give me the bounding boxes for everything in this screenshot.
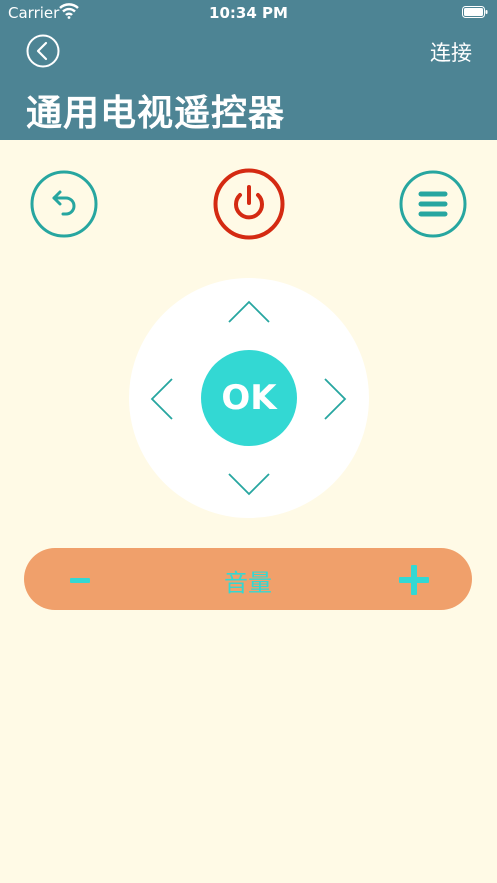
- return-icon: [52, 190, 76, 216]
- menu-icon: [418, 191, 448, 217]
- up-arrow-icon[interactable]: [227, 300, 271, 324]
- down-arrow-icon[interactable]: [227, 472, 271, 496]
- right-arrow-icon[interactable]: [323, 377, 347, 421]
- plus-icon: [399, 565, 429, 595]
- status-bar: Carrier 10:34 PM: [0, 0, 497, 26]
- left-arrow-icon[interactable]: [150, 377, 174, 421]
- power-icon: [234, 185, 264, 220]
- ok-button[interactable]: OK: [201, 350, 297, 446]
- connect-button[interactable]: 连接: [430, 37, 472, 67]
- page-title: 通用电视遥控器: [26, 93, 286, 134]
- battery-icon: [462, 6, 488, 18]
- back-button[interactable]: [26, 34, 60, 68]
- return-button[interactable]: [30, 170, 98, 238]
- volume-up-button[interactable]: [396, 562, 432, 598]
- volume-bar: 音量: [24, 548, 472, 610]
- direction-pad: OK: [129, 278, 369, 518]
- header-bar: Carrier 10:34 PM 连接 通用电视遥控器: [0, 0, 497, 140]
- power-button[interactable]: [213, 168, 285, 240]
- status-time: 10:34 PM: [209, 4, 288, 22]
- menu-button[interactable]: [399, 170, 467, 238]
